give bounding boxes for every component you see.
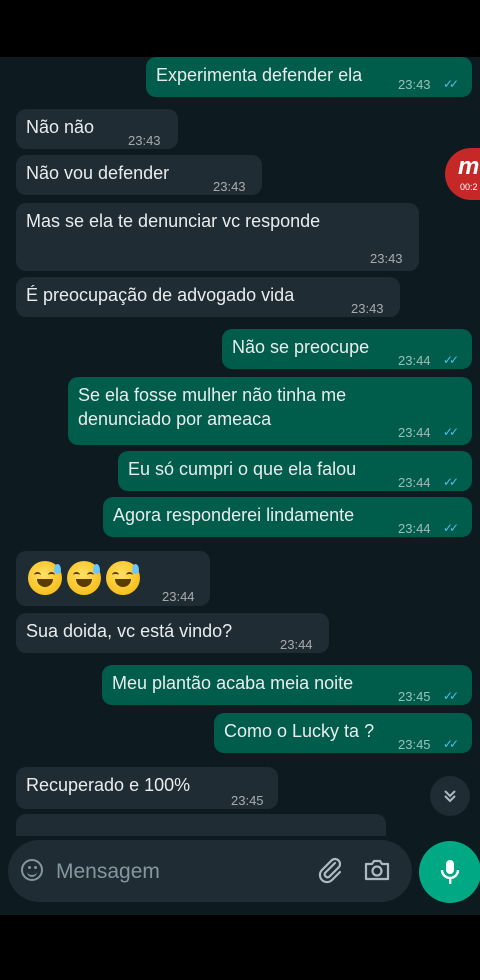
message-incoming-partial (16, 814, 386, 836)
grinning-sweat-emoji (67, 561, 101, 595)
message-text: Mas se ela te denunciar vc responde (26, 211, 321, 231)
double-check-icon: ✓✓ (443, 737, 459, 751)
message-time: 23:45 (231, 793, 264, 808)
message-incoming[interactable]: Não não 23:43 (16, 109, 178, 149)
message-incoming[interactable]: Sua doida, vc está vindo? 23:44 (16, 613, 329, 653)
message-time: 23:44 (398, 425, 431, 440)
message-time: 23:43 (128, 133, 161, 148)
grinning-sweat-emoji (28, 561, 62, 595)
message-time: 23:44 (398, 353, 431, 368)
message-text: Eu só cumpri o que ela falou (128, 459, 357, 479)
message-time: 23:45 (398, 689, 431, 704)
message-time: 23:43 (370, 251, 403, 266)
message-text: Experimenta defender ela (156, 65, 363, 85)
message-outgoing[interactable]: Não se preocupe 23:44 ✓✓ (222, 329, 472, 369)
message-text: Como o Lucky ta ? (224, 721, 375, 741)
message-text: Se ela fosse mulher não tinha me denunci… (78, 385, 347, 429)
message-time: 23:44 (398, 521, 431, 536)
double-check-icon: ✓✓ (443, 475, 459, 489)
message-incoming[interactable]: Não vou defender 23:43 (16, 155, 262, 195)
smiley-icon[interactable] (21, 859, 43, 881)
double-check-icon: ✓✓ (443, 353, 459, 367)
message-incoming[interactable]: Recuperado e 100% 23:45 (16, 767, 278, 809)
message-input[interactable] (54, 854, 308, 890)
message-text: Não não (26, 117, 95, 137)
message-time: 23:43 (351, 301, 384, 316)
message-text: Agora responderei lindamente (113, 505, 355, 525)
double-check-icon: ✓✓ (443, 425, 459, 439)
microphone-icon (440, 860, 460, 884)
message-time: 23:44 (162, 589, 195, 604)
message-time: 23:44 (398, 475, 431, 490)
double-chevron-down-icon (444, 790, 456, 803)
message-outgoing[interactable]: Eu só cumpri o que ela falou 23:44 ✓✓ (118, 451, 472, 491)
message-time: 23:44 (280, 637, 313, 652)
message-time: 23:43 (213, 179, 246, 194)
message-outgoing[interactable]: Meu plantão acaba meia noite 23:45 ✓✓ (102, 665, 472, 705)
message-incoming[interactable]: 23:44 (16, 551, 210, 606)
message-text: Não se preocupe (232, 337, 370, 357)
grinning-sweat-emoji (106, 561, 140, 595)
chat-area[interactable]: Experimenta defender ela 23:43 ✓✓ Não nã… (0, 57, 480, 915)
floating-app-timer: 00:2 (460, 182, 478, 192)
message-text: É preocupação de advogado vida (26, 285, 295, 305)
message-input-bar (8, 840, 412, 902)
double-check-icon: ✓✓ (443, 77, 459, 91)
message-text: Recuperado e 100% (26, 775, 191, 795)
double-check-icon: ✓✓ (443, 521, 459, 535)
message-text: Não vou defender (26, 163, 170, 183)
message-time: 23:43 (398, 77, 431, 92)
message-text: Meu plantão acaba meia noite (112, 673, 354, 693)
message-outgoing[interactable]: Experimenta defender ela 23:43 ✓✓ (146, 57, 472, 97)
message-text: Sua doida, vc está vindo? (26, 621, 233, 641)
double-check-icon: ✓✓ (443, 689, 459, 703)
message-outgoing[interactable]: Agora responderei lindamente 23:44 ✓✓ (103, 497, 472, 537)
message-outgoing[interactable]: Como o Lucky ta ? 23:45 ✓✓ (214, 713, 472, 753)
scroll-down-button[interactable] (430, 776, 470, 816)
floating-app-logo: m (458, 153, 480, 180)
message-incoming[interactable]: É preocupação de advogado vida 23:43 (16, 277, 400, 317)
floating-app-bubble[interactable]: m 00:2 (445, 148, 480, 200)
paperclip-icon[interactable] (316, 856, 344, 884)
camera-icon[interactable] (362, 855, 392, 885)
message-outgoing[interactable]: Se ela fosse mulher não tinha me denunci… (68, 377, 472, 445)
message-incoming[interactable]: Mas se ela te denunciar vc responde 23:4… (16, 203, 419, 271)
microphone-button[interactable] (419, 841, 480, 903)
message-time: 23:45 (398, 737, 431, 752)
